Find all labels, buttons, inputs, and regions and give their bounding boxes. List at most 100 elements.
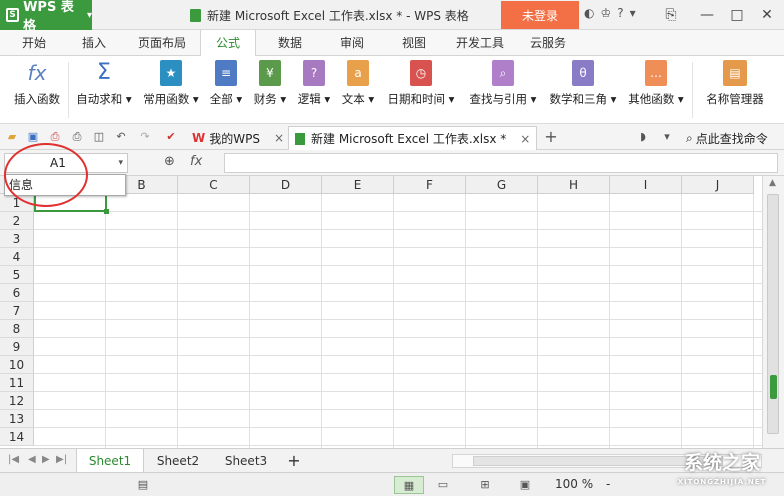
row-header-14[interactable]: 14 [0, 428, 34, 446]
sheet-tab-3[interactable]: Sheet3 [212, 449, 280, 473]
save-icon[interactable]: ▣ [26, 130, 40, 144]
print-preview-icon[interactable]: ◫ [92, 130, 106, 144]
close-icon[interactable]: × [520, 132, 530, 146]
maximize-icon[interactable]: □ [722, 0, 752, 30]
wps-icon: W [192, 131, 206, 145]
autosum-button[interactable]: Σ 自动求和 ▾ [72, 60, 136, 107]
close-icon[interactable]: × [274, 131, 284, 145]
column-header-g[interactable]: G [466, 176, 538, 194]
scroll-up-icon[interactable]: ▲ [769, 178, 776, 188]
tab-document[interactable]: 新建 Microsoft Excel 工作表.xlsx * × [288, 126, 538, 150]
all-functions-button[interactable]: ≡ 全部 ▾ [208, 60, 244, 107]
tab-insert[interactable]: 插入 [72, 30, 116, 56]
app-menu-button[interactable]: S WPS 表格 ▾ [0, 0, 92, 34]
new-tab-icon[interactable]: + [544, 129, 558, 145]
row-header-2[interactable]: 2 [0, 212, 34, 230]
column-header-c[interactable]: C [178, 176, 250, 194]
tab-formula[interactable]: 公式 [200, 30, 256, 57]
prev-sheet-icon[interactable]: ◀ [28, 454, 36, 465]
tab-data[interactable]: 数据 [268, 30, 312, 56]
tab-my-wps[interactable]: W 我的WPS × [186, 126, 290, 150]
grid-row-line [34, 211, 762, 212]
row-header-11[interactable]: 11 [0, 374, 34, 392]
add-sheet-icon[interactable]: + [282, 449, 306, 473]
command-search[interactable]: ⌕ 点此查找命令 [680, 126, 774, 150]
normal-view-icon[interactable]: ▦ [394, 476, 424, 494]
reading-mode-icon[interactable]: ◗ [636, 130, 650, 144]
column-header-d[interactable]: D [250, 176, 322, 194]
row-header-9[interactable]: 9 [0, 338, 34, 356]
zoom-out-icon[interactable]: - [606, 477, 610, 491]
open-folder-icon[interactable]: ▰ [5, 130, 19, 144]
lookup-reference-button[interactable]: ⌕ 查找与引用 ▾ [466, 60, 540, 107]
chevron-down-icon[interactable]: ▾ [630, 6, 636, 20]
next-sheet-icon[interactable]: ▶ [42, 454, 50, 465]
export-pdf-icon[interactable]: ⎙ [48, 130, 62, 144]
name-manager-button[interactable]: ▤ 名称管理器 [702, 60, 768, 107]
zoom-level[interactable]: 100 % [555, 477, 593, 491]
sheet-tab-2[interactable]: Sheet2 [146, 449, 210, 473]
reading-view-icon[interactable]: ▣ [510, 476, 540, 494]
math-trig-button[interactable]: θ 数学和三角 ▾ [546, 60, 620, 107]
skin-icon[interactable]: ◐ [584, 6, 594, 20]
tab-view[interactable]: 视图 [392, 30, 436, 56]
minimize-icon[interactable]: — [692, 0, 722, 30]
fullscreen-icon[interactable]: ⎘ [656, 0, 686, 30]
column-header-h[interactable]: H [538, 176, 610, 194]
zoom-search-icon[interactable]: ⊕ [164, 154, 175, 169]
row-header-7[interactable]: 7 [0, 302, 34, 320]
fx-icon[interactable]: fx [190, 154, 202, 169]
other-functions-button[interactable]: … 其他函数 ▾ [626, 60, 686, 107]
quick-access-bar: ▰ ▣ ⎙ ⎙ ◫ ↶ ↷ ✔ W 我的WPS × 新建 Microsoft E… [0, 124, 784, 150]
redo-icon[interactable]: ↷ [138, 130, 152, 144]
grid-row-line [34, 391, 762, 392]
column-header-j[interactable]: J [682, 176, 754, 194]
shirt-icon[interactable]: ♔ [600, 6, 611, 20]
date-time-button[interactable]: ◷ 日期和时间 ▾ [384, 60, 458, 107]
column-header-f[interactable]: F [394, 176, 466, 194]
sheet-grid[interactable]: ABCDEFGHIJ 1234567891011121314 [0, 176, 762, 448]
insert-function-button[interactable]: fx 插入函数 [8, 60, 66, 107]
formula-input[interactable] [224, 153, 778, 173]
logical-button[interactable]: ? 逻辑 ▾ [296, 60, 332, 107]
vertical-scrollbar[interactable]: ▲ [762, 176, 784, 448]
row-header-6[interactable]: 6 [0, 284, 34, 302]
print-icon[interactable]: ⎙ [70, 130, 84, 144]
page-break-view-icon[interactable]: ⊞ [470, 476, 500, 494]
text-button[interactable]: a 文本 ▾ [340, 60, 376, 107]
tab-review[interactable]: 审阅 [330, 30, 374, 56]
common-functions-button[interactable]: ★ 常用函数 ▾ [140, 60, 202, 107]
vertical-scroll-thumb[interactable] [767, 194, 779, 434]
close-icon[interactable]: ✕ [752, 0, 782, 30]
help-icon[interactable]: ? [617, 6, 623, 20]
tab-developer[interactable]: 开发工具 [448, 30, 512, 56]
first-sheet-icon[interactable]: |◀ [8, 454, 19, 465]
formula-bar: A1 ▾ ⊕ fx [0, 150, 784, 176]
name-manager-icon: ▤ [723, 60, 747, 86]
clock-icon: ◷ [410, 60, 432, 86]
row-header-10[interactable]: 10 [0, 356, 34, 374]
finance-icon: ¥ [259, 60, 281, 86]
sheet-tab-1[interactable]: Sheet1 [76, 449, 144, 473]
row-header-4[interactable]: 4 [0, 248, 34, 266]
row-header-5[interactable]: 5 [0, 266, 34, 284]
login-button[interactable]: 未登录 [501, 1, 579, 29]
financial-button[interactable]: ¥ 财务 ▾ [252, 60, 288, 107]
undo-icon[interactable]: ↶ [114, 130, 128, 144]
grid-row-line [34, 229, 762, 230]
customize-icon[interactable]: ✔ [164, 130, 178, 144]
page-icon[interactable]: ▤ [128, 476, 158, 494]
column-header-i[interactable]: I [610, 176, 682, 194]
chevron-down-icon[interactable]: ▾ [118, 154, 123, 172]
tab-cloud[interactable]: 云服务 [520, 30, 576, 56]
row-header-13[interactable]: 13 [0, 410, 34, 428]
tab-page-layout[interactable]: 页面布局 [130, 30, 194, 56]
last-sheet-icon[interactable]: ▶| [56, 454, 67, 465]
tab-start[interactable]: 开始 [12, 30, 56, 56]
row-header-12[interactable]: 12 [0, 392, 34, 410]
tab-list-icon[interactable]: ▾ [660, 130, 674, 144]
row-header-3[interactable]: 3 [0, 230, 34, 248]
row-header-8[interactable]: 8 [0, 320, 34, 338]
page-layout-view-icon[interactable]: ▭ [428, 476, 458, 494]
column-header-e[interactable]: E [322, 176, 394, 194]
